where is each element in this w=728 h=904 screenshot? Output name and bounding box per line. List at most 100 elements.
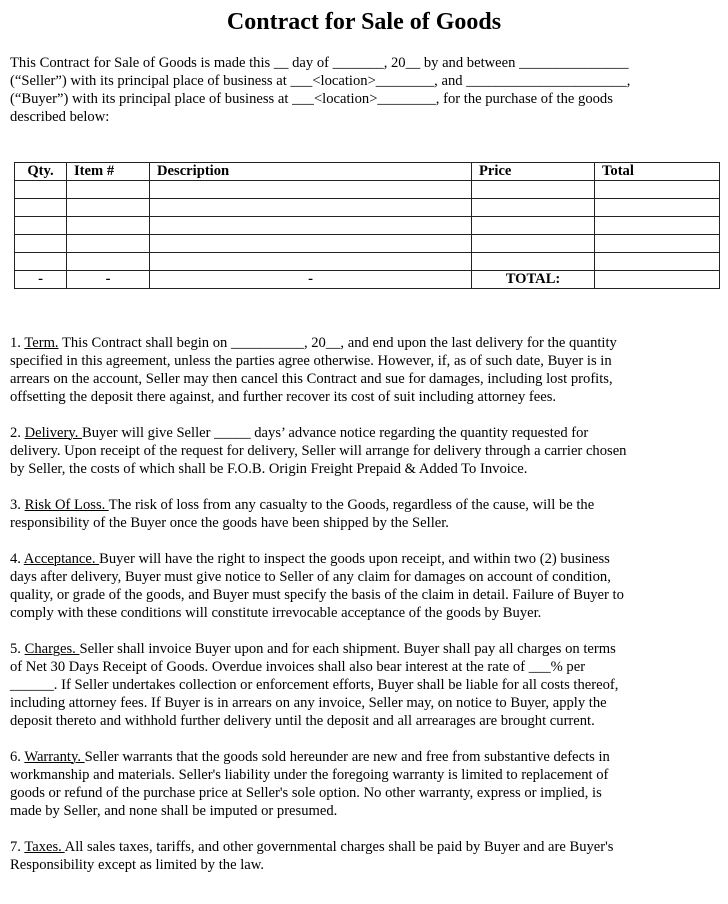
clause-first-line: 5. Charges. Seller shall invoice Buyer u… [10,640,715,658]
clause-heading: Acceptance. [23,551,100,567]
clause-text: Seller warrants that the goods sold here… [84,749,610,765]
total-cell [594,180,720,199]
price-cell [471,198,595,217]
clause-1: 1. Term. This Contract shall begin on __… [10,334,715,406]
item-number-cell [66,198,150,217]
price-cell [471,234,595,253]
total-label: TOTAL: [471,270,595,289]
clause-line: days after delivery, Buyer must give not… [10,569,611,585]
clause-line: offsetting the deposit there against, an… [10,389,557,405]
clause-heading: Taxes. [24,839,65,855]
clause-line: workmanship and materials. Seller's liab… [10,767,609,783]
footer-item-number: - [66,270,150,289]
clause-text: The risk of loss from any casualty to th… [108,497,595,513]
qty-cell [14,234,67,253]
clause-heading: Term. [24,335,59,351]
clause-line: delivery. Upon receipt of the request fo… [10,443,627,459]
clause-line: comply with these conditions will consti… [10,605,542,621]
clause-heading: Warranty. [24,749,85,765]
clause-line: ______. If Seller undertakes collection … [10,677,619,693]
goods-table: Qty. Item # Description Price Total - - … [14,162,720,289]
header-qty: Qty. [14,162,67,181]
clause-line: deposit thereto and withhold further del… [10,713,595,729]
clause-number: 5. [10,641,25,657]
total-cell [594,252,720,271]
grand-total-cell [594,270,720,289]
price-cell [471,252,595,271]
description-cell [149,180,472,199]
header-description: Description [149,162,472,181]
clause-number: 2. [10,425,25,441]
clause-line: Responsibility except as limited by the … [10,857,264,873]
clause-text: This Contract shall begin on __________,… [58,335,617,351]
total-cell [594,198,720,217]
clause-heading: Delivery. [24,425,82,441]
clause-line: made by Seller, and none shall be impute… [10,803,338,819]
table-header-row: Qty. Item # Description Price Total [14,162,720,181]
clause-line: arrears on the account, Seller may then … [10,371,613,387]
intro-line: This Contract for Sale of Goods is made … [10,55,629,71]
contract-clauses: 1. Term. This Contract shall begin on __… [10,334,715,892]
clause-7: 7. Taxes. All sales taxes, tariffs, and … [10,838,715,874]
total-cell [594,234,720,253]
qty-cell [14,198,67,217]
item-number-cell [66,234,150,253]
header-total: Total [594,162,720,181]
intro-paragraph: This Contract for Sale of Goods is made … [10,54,710,126]
clause-first-line: 7. Taxes. All sales taxes, tariffs, and … [10,838,715,856]
clause-text: Seller shall invoice Buyer upon and for … [79,641,616,657]
clause-line: including attorney fees. If Buyer is in … [10,695,607,711]
clause-line: specified in this agreement, unless the … [10,353,612,369]
footer-description: - [149,270,472,289]
clause-heading: Charges. [24,641,80,657]
clause-line: of Net 30 Days Receipt of Goods. Overdue… [10,659,586,675]
clause-first-line: 2. Delivery. Buyer will give Seller ____… [10,424,715,442]
clause-6: 6. Warranty. Seller warrants that the go… [10,748,715,820]
clause-line: responsibility of the Buyer once the goo… [10,515,449,531]
table-row [14,198,720,217]
clause-first-line: 4. Acceptance. Buyer will have the right… [10,550,715,568]
item-number-cell [66,180,150,199]
price-cell [471,180,595,199]
clause-line: quality, or grade of the goods, and Buye… [10,587,624,603]
clause-number: 7. [10,839,25,855]
clause-first-line: 6. Warranty. Seller warrants that the go… [10,748,715,766]
footer-qty: - [14,270,67,289]
intro-line: described below: [10,109,110,125]
item-number-cell [66,252,150,271]
document-title: Contract for Sale of Goods [226,9,502,35]
clause-heading: Risk Of Loss. [24,497,109,513]
clause-4: 4. Acceptance. Buyer will have the right… [10,550,715,622]
clause-number: 6. [10,749,25,765]
clause-5: 5. Charges. Seller shall invoice Buyer u… [10,640,715,730]
clause-text: Buyer will give Seller _____ days’ advan… [82,425,589,441]
clause-first-line: 1. Term. This Contract shall begin on __… [10,334,715,352]
clause-text: All sales taxes, tariffs, and other gove… [64,839,614,855]
table-row [14,234,720,253]
description-cell [149,252,472,271]
qty-cell [14,180,67,199]
intro-line: (“Seller”) with its principal place of b… [10,73,631,89]
clause-number: 4. [10,551,24,567]
clause-first-line: 3. Risk Of Loss. The risk of loss from a… [10,496,715,514]
price-cell [471,216,595,235]
table-row [14,180,720,199]
qty-cell [14,216,67,235]
description-cell [149,234,472,253]
header-item-number: Item # [66,162,150,181]
description-cell [149,216,472,235]
clause-line: by Seller, the costs of which shall be F… [10,461,528,477]
total-cell [594,216,720,235]
clause-2: 2. Delivery. Buyer will give Seller ____… [10,424,715,478]
table-row [14,216,720,235]
description-cell [149,198,472,217]
table-total-row: - - - TOTAL: [14,270,720,289]
item-number-cell [66,216,150,235]
qty-cell [14,252,67,271]
intro-line: (“Buyer”) with its principal place of bu… [10,91,613,107]
clause-number: 1. [10,335,25,351]
table-row [14,252,720,271]
clause-3: 3. Risk Of Loss. The risk of loss from a… [10,496,715,532]
clause-text: Buyer will have the right to inspect the… [99,551,610,567]
header-price: Price [471,162,595,181]
